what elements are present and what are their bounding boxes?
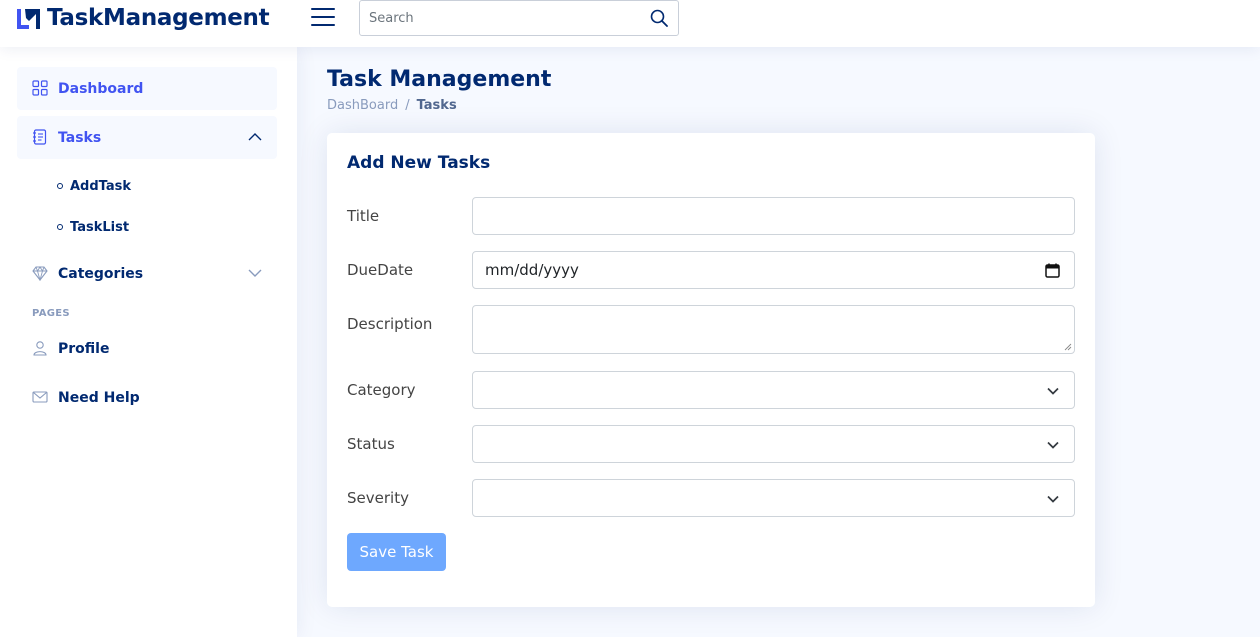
- chevron-down-icon: [1047, 441, 1059, 449]
- calendar-icon[interactable]: [1045, 263, 1060, 278]
- sidebar: Dashboard Tasks AddTask TaskList Categor…: [0, 47, 297, 637]
- description-textarea[interactable]: [472, 305, 1075, 354]
- card-title: Add New Tasks: [347, 153, 491, 173]
- sidebar-subitem-label: AddTask: [70, 178, 132, 194]
- sidebar-subitem-tasklist[interactable]: TaskList: [57, 217, 129, 237]
- save-task-button[interactable]: Save Task: [347, 533, 446, 571]
- chevron-down-icon: [248, 269, 262, 277]
- sidebar-item-profile[interactable]: Profile: [17, 327, 277, 370]
- breadcrumb: DashBoard / Tasks: [327, 98, 457, 113]
- bullet-icon: [57, 183, 63, 189]
- page-title: Task Management: [327, 67, 552, 92]
- description-label: Description: [347, 315, 433, 333]
- brand-name: TaskManagement: [47, 5, 270, 31]
- status-select[interactable]: [472, 425, 1075, 463]
- sidebar-item-tasks[interactable]: Tasks: [17, 116, 277, 159]
- journal-text-icon: [33, 129, 47, 145]
- sidebar-subitem-label: TaskList: [70, 219, 130, 235]
- logo[interactable]: TaskManagement: [16, 4, 270, 32]
- resize-handle-icon[interactable]: [1064, 343, 1072, 351]
- chevron-up-icon: [248, 133, 262, 141]
- breadcrumb-separator: /: [405, 98, 410, 113]
- search-bar: [359, 0, 679, 36]
- breadcrumb-current: Tasks: [416, 98, 457, 113]
- menu-toggle-button[interactable]: [311, 7, 335, 29]
- bullet-icon: [57, 224, 63, 230]
- category-label: Category: [347, 381, 416, 399]
- search-icon[interactable]: [650, 9, 668, 27]
- due-date-label: DueDate: [347, 261, 414, 279]
- sidebar-item-label: Dashboard: [58, 80, 144, 97]
- due-date-input[interactable]: mm/dd/yyyy: [472, 251, 1075, 289]
- title-label: Title: [347, 207, 380, 225]
- envelope-icon: [32, 391, 48, 403]
- title-input[interactable]: [472, 197, 1075, 235]
- top-header: TaskManagement: [0, 0, 1260, 47]
- breadcrumb-link-dashboard[interactable]: DashBoard: [327, 98, 398, 113]
- chevron-down-icon: [1047, 495, 1059, 503]
- logo-icon: [17, 8, 40, 29]
- sidebar-item-label: Profile: [58, 340, 110, 357]
- sidebar-item-dashboard[interactable]: Dashboard: [17, 67, 277, 110]
- person-icon: [33, 341, 47, 356]
- status-label: Status: [347, 435, 395, 453]
- sidebar-item-label: Need Help: [58, 389, 140, 406]
- chevron-down-icon: [1047, 387, 1059, 395]
- add-task-card: Add New Tasks Title DueDate mm/dd/yyyy D…: [327, 133, 1095, 607]
- gem-icon: [32, 266, 48, 281]
- sidebar-item-label: Categories: [58, 265, 144, 282]
- sidebar-subitem-addtask[interactable]: AddTask: [57, 176, 131, 196]
- category-select[interactable]: [472, 371, 1075, 409]
- due-date-value: mm/dd/yyyy: [485, 261, 579, 279]
- search-input[interactable]: [360, 1, 640, 35]
- sidebar-item-need-help[interactable]: Need Help: [17, 376, 277, 419]
- sidebar-item-label: Tasks: [58, 129, 102, 146]
- severity-label: Severity: [347, 489, 409, 507]
- sidebar-section-heading: PAGES: [32, 308, 70, 319]
- severity-select[interactable]: [472, 479, 1075, 517]
- grid-icon: [32, 80, 48, 96]
- sidebar-item-categories[interactable]: Categories: [17, 252, 277, 295]
